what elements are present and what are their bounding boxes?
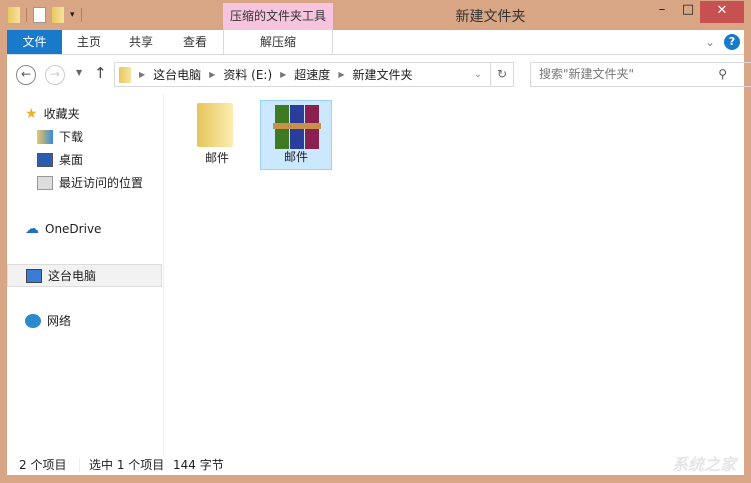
nav-label: 下载	[59, 130, 84, 144]
search-icon: ⚲	[718, 67, 727, 81]
item-count: 2 个项目	[19, 458, 67, 472]
ribbon-tabs: 文件 主页 共享 查看 解压缩 ⌄ ?	[7, 30, 744, 55]
nav-thispc[interactable]: 这台电脑	[7, 264, 162, 287]
tab-home[interactable]: 主页	[67, 30, 111, 54]
selection-count: 选中 1 个项目	[89, 458, 165, 472]
search-input[interactable]: 搜索"新建文件夹" ⚲	[530, 62, 751, 87]
nav-label: 这台电脑	[48, 268, 97, 283]
nav-downloads[interactable]: 下载	[37, 127, 83, 147]
nav-label: 网络	[47, 314, 72, 328]
file-name: 邮件	[283, 150, 308, 164]
expand-ribbon-icon[interactable]: ⌄	[703, 30, 717, 54]
nav-label: 最近访问的位置	[59, 176, 144, 190]
selection-size: 144 字节	[173, 458, 224, 472]
recent-locations-icon[interactable]: ▼	[76, 68, 82, 77]
address-dropdown-icon[interactable]: ⌄	[474, 69, 482, 80]
help-icon[interactable]: ?	[724, 34, 740, 50]
watermark-logo: 系统之家	[671, 455, 736, 474]
close-button[interactable]: ✕	[700, 1, 744, 23]
navigation-pane: ★ 收藏夹 下载 桌面 最近访问的位置 ☁ OneDrive 这台电脑 网络	[7, 94, 164, 455]
nav-label: 桌面	[59, 153, 84, 167]
cloud-icon: ☁	[25, 221, 39, 237]
status-bar: 2 个项目 选中 1 个项目 144 字节 系统之家	[7, 455, 744, 475]
folder-icon	[197, 103, 233, 147]
chevron-right-icon: ▶	[280, 70, 287, 79]
desktop-icon	[37, 153, 53, 167]
file-item-selected[interactable]: 邮件	[260, 100, 332, 170]
downloads-icon	[37, 130, 53, 144]
tab-extract[interactable]: 解压缩	[223, 30, 333, 54]
up-button[interactable]: ↑	[94, 64, 107, 82]
tab-file[interactable]: 文件	[7, 30, 62, 54]
maximize-button[interactable]: □	[676, 0, 700, 22]
breadcrumb-folder[interactable]: 超速度	[294, 66, 330, 83]
nav-favorites[interactable]: ★ 收藏夹	[25, 104, 80, 124]
computer-icon	[26, 268, 42, 283]
nav-onedrive[interactable]: ☁ OneDrive	[25, 219, 101, 239]
recent-places-icon	[37, 176, 53, 190]
chevron-right-icon: ▶	[139, 70, 146, 79]
back-button[interactable]: ←	[16, 65, 36, 85]
chevron-right-icon: ▶	[338, 70, 345, 79]
tab-share[interactable]: 共享	[119, 30, 163, 54]
search-placeholder: 搜索"新建文件夹"	[539, 67, 635, 81]
address-bar[interactable]: ▶ 这台电脑 ▶ 资料 (E:) ▶ 超速度 ▶ 新建文件夹 ⌄	[114, 62, 491, 87]
window-title: 新建文件夹	[455, 9, 526, 25]
star-icon: ★	[25, 106, 38, 122]
nav-network[interactable]: 网络	[25, 311, 71, 331]
breadcrumb-current[interactable]: 新建文件夹	[352, 66, 412, 83]
refresh-button[interactable]: ↻	[491, 62, 514, 87]
breadcrumb-thispc[interactable]: 这台电脑	[153, 66, 201, 83]
tab-view[interactable]: 查看	[173, 30, 217, 54]
forward-button[interactable]: →	[45, 65, 65, 85]
network-icon	[25, 314, 41, 328]
nav-label: 收藏夹	[43, 107, 80, 121]
nav-desktop[interactable]: 桌面	[37, 150, 83, 170]
nav-recent[interactable]: 最近访问的位置	[37, 173, 143, 193]
file-item[interactable]: 邮件	[181, 100, 253, 170]
nav-label: OneDrive	[45, 222, 102, 236]
file-name: 邮件	[204, 151, 229, 165]
minimize-button[interactable]: –	[650, 0, 674, 22]
breadcrumb-drive[interactable]: 资料 (E:)	[223, 66, 272, 83]
folder-icon	[119, 66, 131, 83]
chevron-right-icon: ▶	[209, 70, 216, 79]
